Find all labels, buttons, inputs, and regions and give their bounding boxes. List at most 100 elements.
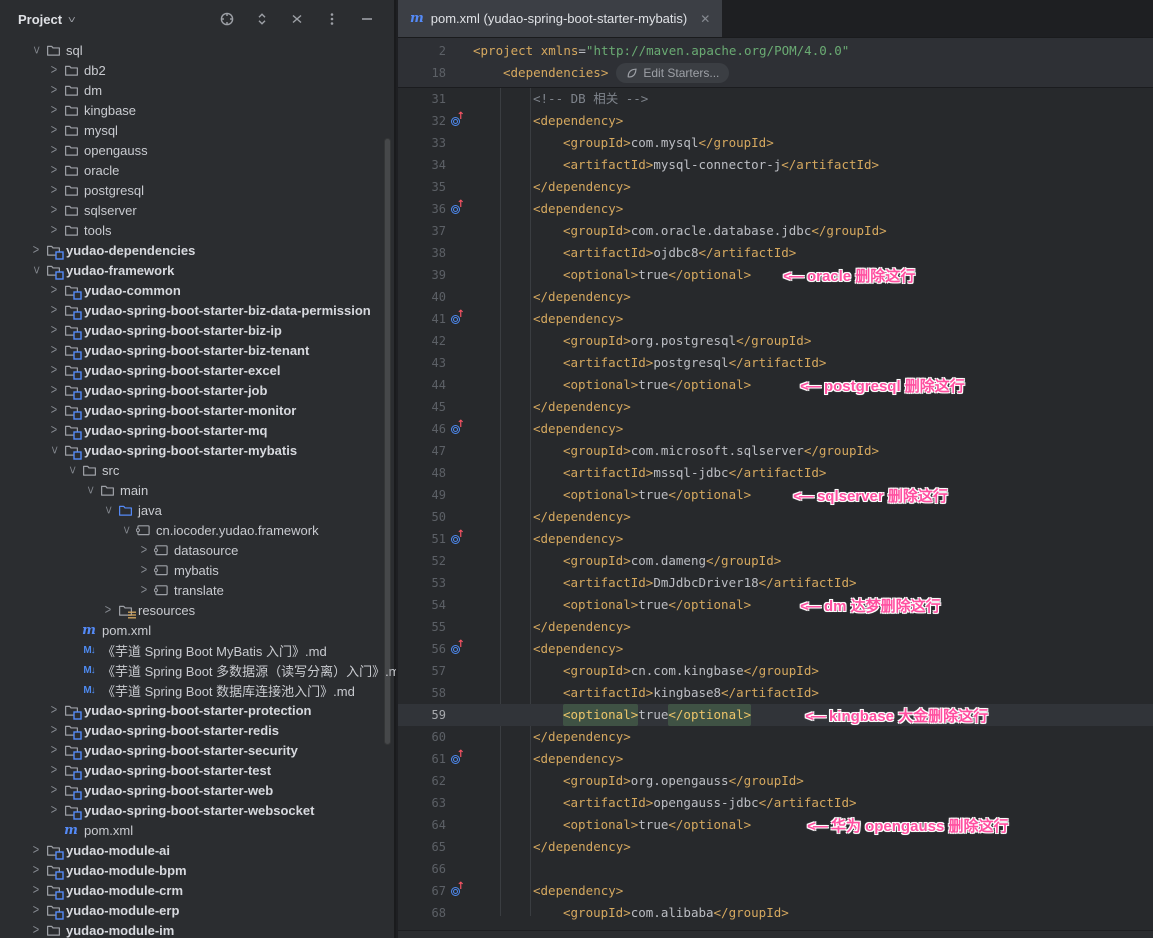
chevron-collapsed-icon[interactable]: > [46, 743, 62, 758]
tree-item[interactable]: > yudao-spring-boot-starter-web [0, 780, 396, 800]
chevron-collapsed-icon[interactable]: > [46, 123, 62, 138]
maven-override-gutter-icon[interactable]: ↑ [451, 885, 463, 897]
chevron-collapsed-icon[interactable]: > [46, 803, 62, 818]
tree-item[interactable]: > M↓ 《芋道 Spring Boot 数据库连接池入门》.md [0, 680, 396, 700]
tree-item[interactable]: > yudao-framework [0, 260, 396, 280]
code-line[interactable]: 68 <groupId>com.alibaba</groupId> [398, 902, 1153, 924]
code-line[interactable]: 31 <!-- DB 相关 --> [398, 88, 1153, 110]
tree-item[interactable]: > yudao-spring-boot-starter-test [0, 760, 396, 780]
tree-item[interactable]: > mybatis [0, 560, 396, 580]
chevron-collapsed-icon[interactable]: > [46, 363, 62, 378]
code-line[interactable]: 50 </dependency> [398, 506, 1153, 528]
code-line[interactable]: 40 </dependency> [398, 286, 1153, 308]
code-line[interactable]: 61 ↑ <dependency> [398, 748, 1153, 770]
tree-item[interactable]: > sqlserver [0, 200, 396, 220]
edit-starters-inlay[interactable]: Edit Starters... [616, 63, 729, 83]
chevron-collapsed-icon[interactable]: > [28, 243, 44, 258]
maven-override-gutter-icon[interactable]: ↑ [451, 643, 463, 655]
tree-item[interactable]: > yudao-spring-boot-starter-mybatis [0, 440, 396, 460]
tree-item[interactable]: > dm [0, 80, 396, 100]
code-line[interactable]: 34 <artifactId>mysql-connector-j</artifa… [398, 154, 1153, 176]
maven-override-gutter-icon[interactable]: ↑ [451, 753, 463, 765]
tree-item[interactable]: > yudao-dependencies [0, 240, 396, 260]
chevron-collapsed-icon[interactable]: > [46, 403, 62, 418]
chevron-expanded-icon[interactable]: > [102, 500, 114, 520]
code-line[interactable]: 48 <artifactId>mssql-jdbc</artifactId> [398, 462, 1153, 484]
chevron-collapsed-icon[interactable]: > [46, 143, 62, 158]
tree-item[interactable]: > M↓ 《芋道 Spring Boot MyBatis 入门》.md [0, 640, 396, 660]
chevron-expanded-icon[interactable]: > [84, 480, 96, 500]
chevron-collapsed-icon[interactable]: > [46, 303, 62, 318]
collapse-all-icon[interactable] [284, 6, 310, 32]
code-line[interactable]: 2 <project xmlns="http://maven.apache.or… [398, 40, 1153, 62]
code-line[interactable]: 58 <artifactId>kingbase8</artifactId> [398, 682, 1153, 704]
chevron-collapsed-icon[interactable]: > [100, 603, 116, 618]
tab-pom-xml[interactable]: m pom.xml (yudao-spring-boot-starter-myb… [398, 0, 722, 37]
chevron-collapsed-icon[interactable]: > [28, 883, 44, 898]
tree-item[interactable]: > yudao-spring-boot-starter-protection [0, 700, 396, 720]
code-line[interactable]: 64 <optional>true</optional><—华为 opengau… [398, 814, 1153, 836]
chevron-collapsed-icon[interactable]: > [46, 223, 62, 238]
close-icon[interactable]: ✕ [700, 12, 710, 26]
code-line[interactable]: 63 <artifactId>opengauss-jdbc</artifactI… [398, 792, 1153, 814]
code-line[interactable]: 53 <artifactId>DmJdbcDriver18</artifactI… [398, 572, 1153, 594]
code-line[interactable]: 49 <optional>true</optional><—sqlserver … [398, 484, 1153, 506]
code-editor[interactable]: 31 <!-- DB 相关 --> 32 ↑ <dependency> 33 <… [398, 88, 1153, 924]
tree-item[interactable]: > yudao-common [0, 280, 396, 300]
chevron-collapsed-icon[interactable]: > [46, 203, 62, 218]
code-line[interactable]: 39 <optional>true</optional><—oracle 删除这… [398, 264, 1153, 286]
maven-override-gutter-icon[interactable]: ↑ [451, 533, 463, 545]
tree-item[interactable]: > m pom.xml [0, 820, 396, 840]
chevron-collapsed-icon[interactable]: > [46, 703, 62, 718]
tree-item[interactable]: > yudao-spring-boot-starter-monitor [0, 400, 396, 420]
tree-item[interactable]: > tools [0, 220, 396, 240]
tree-item[interactable]: > yudao-spring-boot-starter-biz-ip [0, 320, 396, 340]
tree-item[interactable]: > opengauss [0, 140, 396, 160]
code-line[interactable]: 43 <artifactId>postgresql</artifactId> [398, 352, 1153, 374]
code-line[interactable]: 36 ↑ <dependency> [398, 198, 1153, 220]
code-line[interactable]: 44 <optional>true</optional><—postgresql… [398, 374, 1153, 396]
code-line[interactable]: 46 ↑ <dependency> [398, 418, 1153, 440]
code-line[interactable]: 41 ↑ <dependency> [398, 308, 1153, 330]
tree-item[interactable]: > yudao-module-bpm [0, 860, 396, 880]
code-line[interactable]: 35 </dependency> [398, 176, 1153, 198]
code-line[interactable]: 65 </dependency> [398, 836, 1153, 858]
code-line[interactable]: 47 <groupId>com.microsoft.sqlserver</gro… [398, 440, 1153, 462]
tree-item[interactable]: > resources [0, 600, 396, 620]
chevron-collapsed-icon[interactable]: > [46, 283, 62, 298]
code-line[interactable]: 62 <groupId>org.opengauss</groupId> [398, 770, 1153, 792]
maven-override-gutter-icon[interactable]: ↑ [451, 115, 463, 127]
tree-item[interactable]: > kingbase [0, 100, 396, 120]
code-line[interactable]: 33 <groupId>com.mysql</groupId> [398, 132, 1153, 154]
tree-item[interactable]: > sql [0, 40, 396, 60]
breadcrumb[interactable]: project>dependencies>dependency>optional [398, 930, 1153, 938]
tree-item[interactable]: > datasource [0, 540, 396, 560]
chevron-collapsed-icon[interactable]: > [46, 423, 62, 438]
tree-item[interactable]: > yudao-spring-boot-starter-mq [0, 420, 396, 440]
code-line[interactable]: 32 ↑ <dependency> [398, 110, 1153, 132]
chevron-expanded-icon[interactable]: > [66, 460, 78, 480]
chevron-collapsed-icon[interactable]: > [28, 923, 44, 938]
code-line[interactable]: 56 ↑ <dependency> [398, 638, 1153, 660]
tree-item[interactable]: > src [0, 460, 396, 480]
tree-item[interactable]: > yudao-spring-boot-starter-websocket [0, 800, 396, 820]
chevron-collapsed-icon[interactable]: > [28, 843, 44, 858]
code-line[interactable]: 66 [398, 858, 1153, 880]
tree-item[interactable]: > yudao-spring-boot-starter-excel [0, 360, 396, 380]
project-panel-title[interactable]: Project [18, 12, 62, 27]
tree-item[interactable]: > cn.iocoder.yudao.framework [0, 520, 396, 540]
tree-item[interactable]: > yudao-spring-boot-starter-security [0, 740, 396, 760]
hide-icon[interactable] [354, 6, 380, 32]
chevron-collapsed-icon[interactable]: > [28, 863, 44, 878]
chevron-collapsed-icon[interactable]: > [136, 563, 152, 578]
chevron-collapsed-icon[interactable]: > [46, 343, 62, 358]
chevron-collapsed-icon[interactable]: > [46, 783, 62, 798]
code-line[interactable]: 51 ↑ <dependency> [398, 528, 1153, 550]
tree-item[interactable]: > yudao-spring-boot-starter-biz-tenant [0, 340, 396, 360]
code-line[interactable]: 59 <optional>true</optional><—kingbase 大… [398, 704, 1153, 726]
locate-icon[interactable] [214, 6, 240, 32]
chevron-collapsed-icon[interactable]: > [46, 323, 62, 338]
code-line[interactable]: 60 </dependency> [398, 726, 1153, 748]
expand-all-icon[interactable] [249, 6, 275, 32]
tree-item[interactable]: > yudao-module-ai [0, 840, 396, 860]
